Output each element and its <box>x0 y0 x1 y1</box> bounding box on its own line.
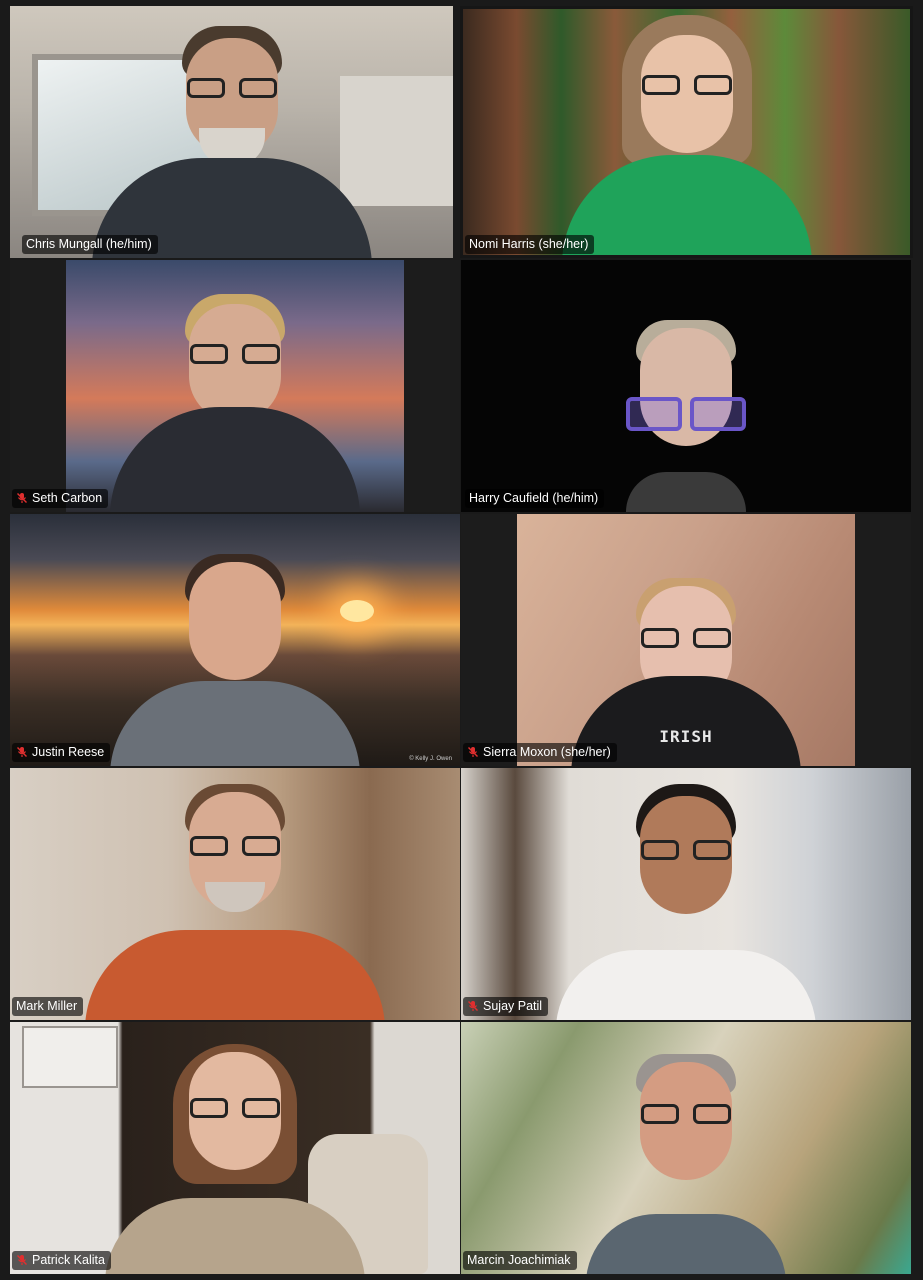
participant-name: Sierra Moxon (she/her) <box>483 745 611 759</box>
video-feed: © Kelly J. Owen <box>10 514 460 766</box>
participant-name: Mark Miller <box>16 999 78 1013</box>
shirt-text: IRISH <box>659 727 713 746</box>
participant-name: Marcin Joachimiak <box>467 1253 571 1267</box>
person <box>110 262 360 512</box>
participant-tile-sierra-moxon[interactable]: IRISH Sierra Moxon (she/her) <box>461 514 911 766</box>
background-credit: © Kelly J. Owen <box>409 756 452 762</box>
video-feed <box>66 260 404 512</box>
participant-name: Nomi Harris (she/her) <box>469 237 589 251</box>
participant-tile-justin-reese[interactable]: © Kelly J. Owen Justin Reese <box>10 514 460 766</box>
microphone-off-icon <box>17 493 27 503</box>
participant-name: Justin Reese <box>32 745 105 759</box>
video-feed <box>10 1022 460 1274</box>
name-tag: Marcin Joachimiak <box>463 1251 577 1270</box>
wall-art <box>22 1026 118 1088</box>
participant-tile-patrick-kalita[interactable]: Patrick Kalita <box>10 1022 460 1274</box>
person <box>105 1024 365 1274</box>
person <box>110 516 360 766</box>
person <box>91 8 372 258</box>
video-feed <box>461 1022 911 1274</box>
participant-tile-mark-miller[interactable]: Mark Miller <box>10 768 460 1020</box>
name-tag: Mark Miller <box>12 997 84 1016</box>
name-tag: Nomi Harris (she/her) <box>465 235 595 254</box>
video-feed <box>10 768 460 1020</box>
person <box>586 262 786 512</box>
person <box>557 9 817 255</box>
person <box>85 770 385 1020</box>
video-feed <box>461 768 911 1020</box>
microphone-off-icon <box>17 747 27 757</box>
microphone-off-icon <box>17 1255 27 1265</box>
participant-name: Harry Caufield (he/him) <box>469 491 599 505</box>
person <box>556 770 816 1020</box>
participant-tile-nomi-harris[interactable]: Nomi Harris (she/her) <box>460 6 913 258</box>
participant-name: Sujay Patil <box>483 999 543 1013</box>
name-tag: Harry Caufield (he/him) <box>465 489 605 508</box>
video-feed: IRISH <box>517 514 855 766</box>
participant-tile-seth-carbon[interactable]: Seth Carbon <box>10 260 460 512</box>
video-feed <box>463 9 910 255</box>
name-tag: Sierra Moxon (she/her) <box>463 743 617 762</box>
video-grid: Chris Mungall (he/him) Nomi Harris (she/… <box>0 0 923 1280</box>
beard <box>205 882 265 912</box>
video-feed <box>10 6 453 258</box>
microphone-off-icon <box>468 1001 478 1011</box>
name-tag: Patrick Kalita <box>12 1251 111 1270</box>
participant-tile-sujay-patil[interactable]: Sujay Patil <box>461 768 911 1020</box>
name-tag: Justin Reese <box>12 743 111 762</box>
person: IRISH <box>566 516 806 766</box>
participant-name: Patrick Kalita <box>32 1253 105 1267</box>
glasses-icon <box>626 397 746 431</box>
person <box>566 1024 806 1274</box>
participant-name: Seth Carbon <box>32 491 103 505</box>
participant-tile-marcin-joachimiak[interactable]: Marcin Joachimiak <box>461 1022 911 1274</box>
name-tag: Chris Mungall (he/him) <box>22 235 158 254</box>
video-feed <box>461 260 911 512</box>
participant-tile-chris-mungall[interactable]: Chris Mungall (he/him) <box>10 6 453 258</box>
participant-tile-harry-caufield[interactable]: Harry Caufield (he/him) <box>461 260 911 512</box>
participant-name: Chris Mungall (he/him) <box>26 237 152 251</box>
name-tag: Seth Carbon <box>12 489 109 508</box>
microphone-off-icon <box>468 747 478 757</box>
name-tag: Sujay Patil <box>463 997 549 1016</box>
